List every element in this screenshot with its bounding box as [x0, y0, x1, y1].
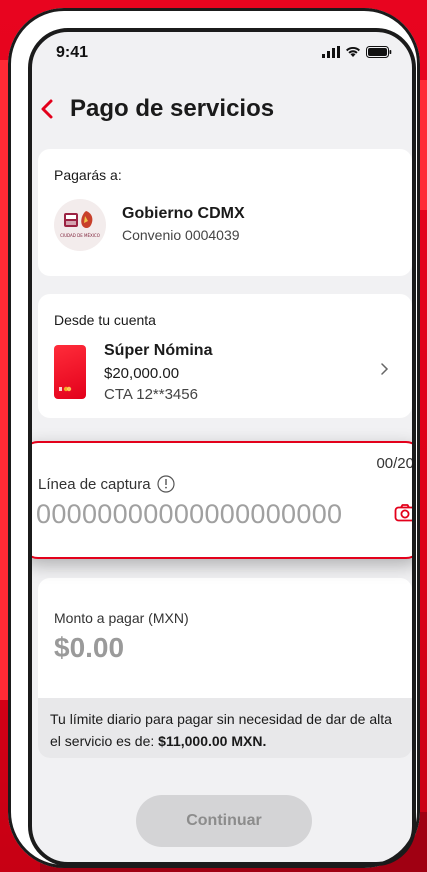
limit-text: Tu límite diario para pagar sin necesida…	[50, 708, 400, 752]
capture-counter: 00/20	[376, 455, 414, 472]
continue-button[interactable]: Continuar	[136, 795, 312, 847]
capture-label: Línea de captura	[38, 475, 151, 493]
battery-icon	[366, 46, 392, 58]
capture-label-row: Línea de captura	[38, 475, 175, 493]
status-icons	[322, 46, 392, 58]
amount-label: Monto a pagar (MXN)	[54, 610, 189, 626]
account-name: Súper Nómina	[104, 342, 213, 359]
status-time: 9:41	[56, 44, 89, 61]
wifi-icon	[346, 46, 360, 57]
chevron-left-icon[interactable]	[36, 95, 60, 123]
cdmx-logo-icon: CIUDAD DE MÉXICO	[60, 211, 100, 238]
camera-icon[interactable]	[394, 503, 416, 523]
account-balance: $20,000.00	[104, 365, 180, 382]
payee-agreement: Convenio 0004039	[122, 227, 240, 243]
amount-card: Monto a pagar (MXN) $0.00 Tu límite diar…	[38, 578, 412, 758]
payee-label: Pagarás a:	[54, 167, 122, 183]
payee-name: Gobierno CDMX	[122, 205, 245, 222]
government-logo: CIUDAD DE MÉXICO	[54, 199, 106, 251]
phone-frame: 9:41 Pago de servicios Pagarás a: CIUDAD…	[8, 8, 420, 868]
capture-line-input[interactable]	[36, 499, 384, 530]
limit-notice: Tu límite diario para pagar sin necesida…	[38, 698, 412, 758]
limit-amount: $11,000.00 MXN.	[158, 733, 267, 749]
info-icon[interactable]	[156, 475, 175, 493]
chevron-right-icon[interactable]	[380, 362, 390, 376]
payee-card: Pagarás a: CIUDAD DE MÉXICO Gobierno CDM…	[38, 149, 412, 276]
status-bar: 9:41	[32, 32, 412, 82]
capture-line-card[interactable]: 00/20 Línea de captura	[32, 441, 416, 559]
phone-screen: 9:41 Pago de servicios Pagarás a: CIUDAD…	[28, 28, 416, 866]
account-label: Desde tu cuenta	[54, 312, 156, 328]
amount-value[interactable]: $0.00	[54, 632, 124, 664]
signal-icon	[322, 46, 340, 58]
account-number: CTA 12**3456	[104, 386, 198, 403]
account-card[interactable]: Desde tu cuenta Súper Nómina $20,000.00 …	[38, 294, 412, 418]
debit-card-icon	[54, 345, 86, 399]
svg-text:CIUDAD DE MÉXICO: CIUDAD DE MÉXICO	[60, 233, 100, 238]
page-title: Pago de servicios	[70, 95, 275, 122]
header: Pago de servicios	[32, 87, 412, 137]
